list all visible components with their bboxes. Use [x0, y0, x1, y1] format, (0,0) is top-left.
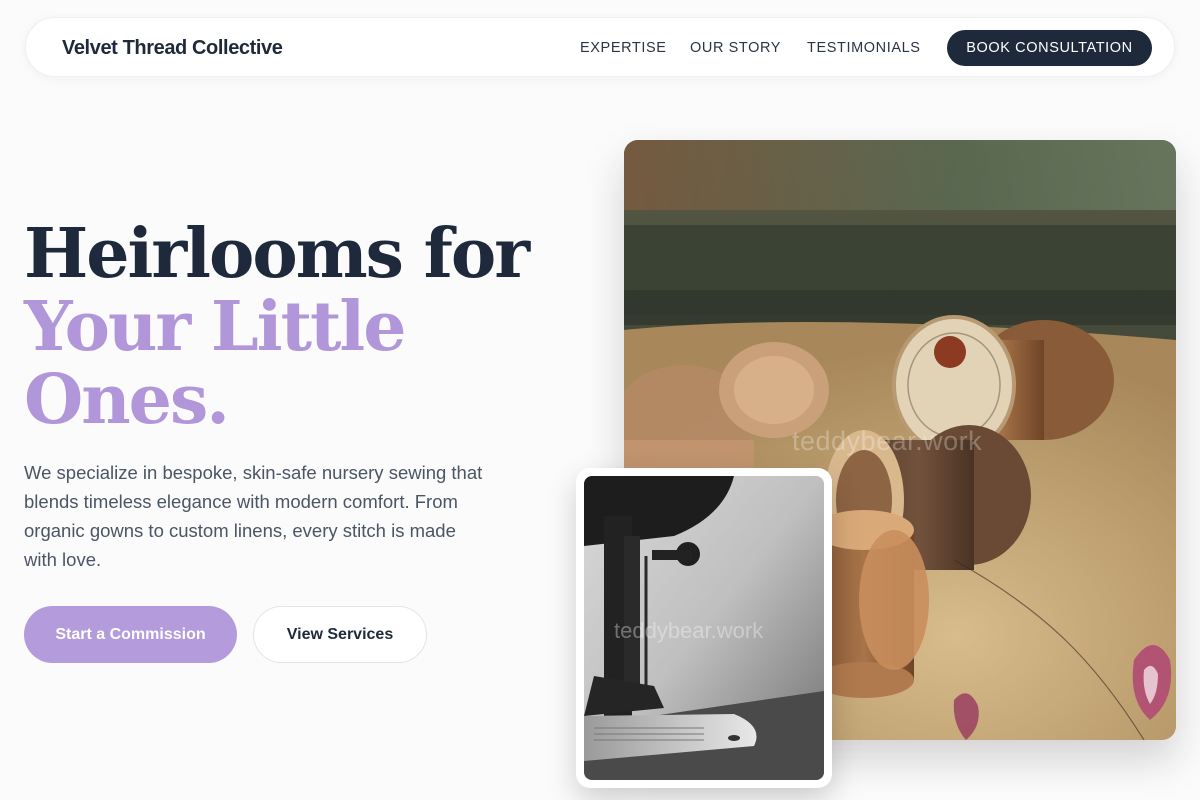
nav-link-expertise[interactable]: EXPERTISE	[580, 40, 667, 56]
headline-line-3: Ones.	[24, 360, 230, 440]
hero-headline: Heirlooms for Your Little Ones.	[24, 214, 530, 440]
book-consultation-button[interactable]: BOOK CONSULTATION	[947, 30, 1152, 66]
secondary-image-card: teddybear.work	[576, 468, 832, 788]
sewing-machine-photo-frame: teddybear.work	[584, 476, 824, 780]
headline-line-1: Heirlooms for	[24, 214, 530, 294]
watermark-text-secondary: teddybear.work	[614, 618, 764, 643]
watermark-text: teddybear.work	[792, 426, 983, 456]
brand-logo[interactable]: Velvet Thread Collective	[62, 37, 283, 60]
headline-line-2: Your Little	[24, 287, 407, 367]
nav-link-testimonials[interactable]: TESTIMONIALS	[807, 40, 921, 56]
view-services-button[interactable]: View Services	[253, 606, 427, 663]
nav-link-our-story[interactable]: OUR STORY	[690, 40, 781, 56]
top-navbar: Velvet Thread Collective EXPERTISE OUR S…	[25, 17, 1175, 77]
hero-description: We specialize in bespoke, skin-safe nurs…	[24, 462, 483, 570]
start-commission-button[interactable]: Start a Commission	[24, 606, 237, 663]
